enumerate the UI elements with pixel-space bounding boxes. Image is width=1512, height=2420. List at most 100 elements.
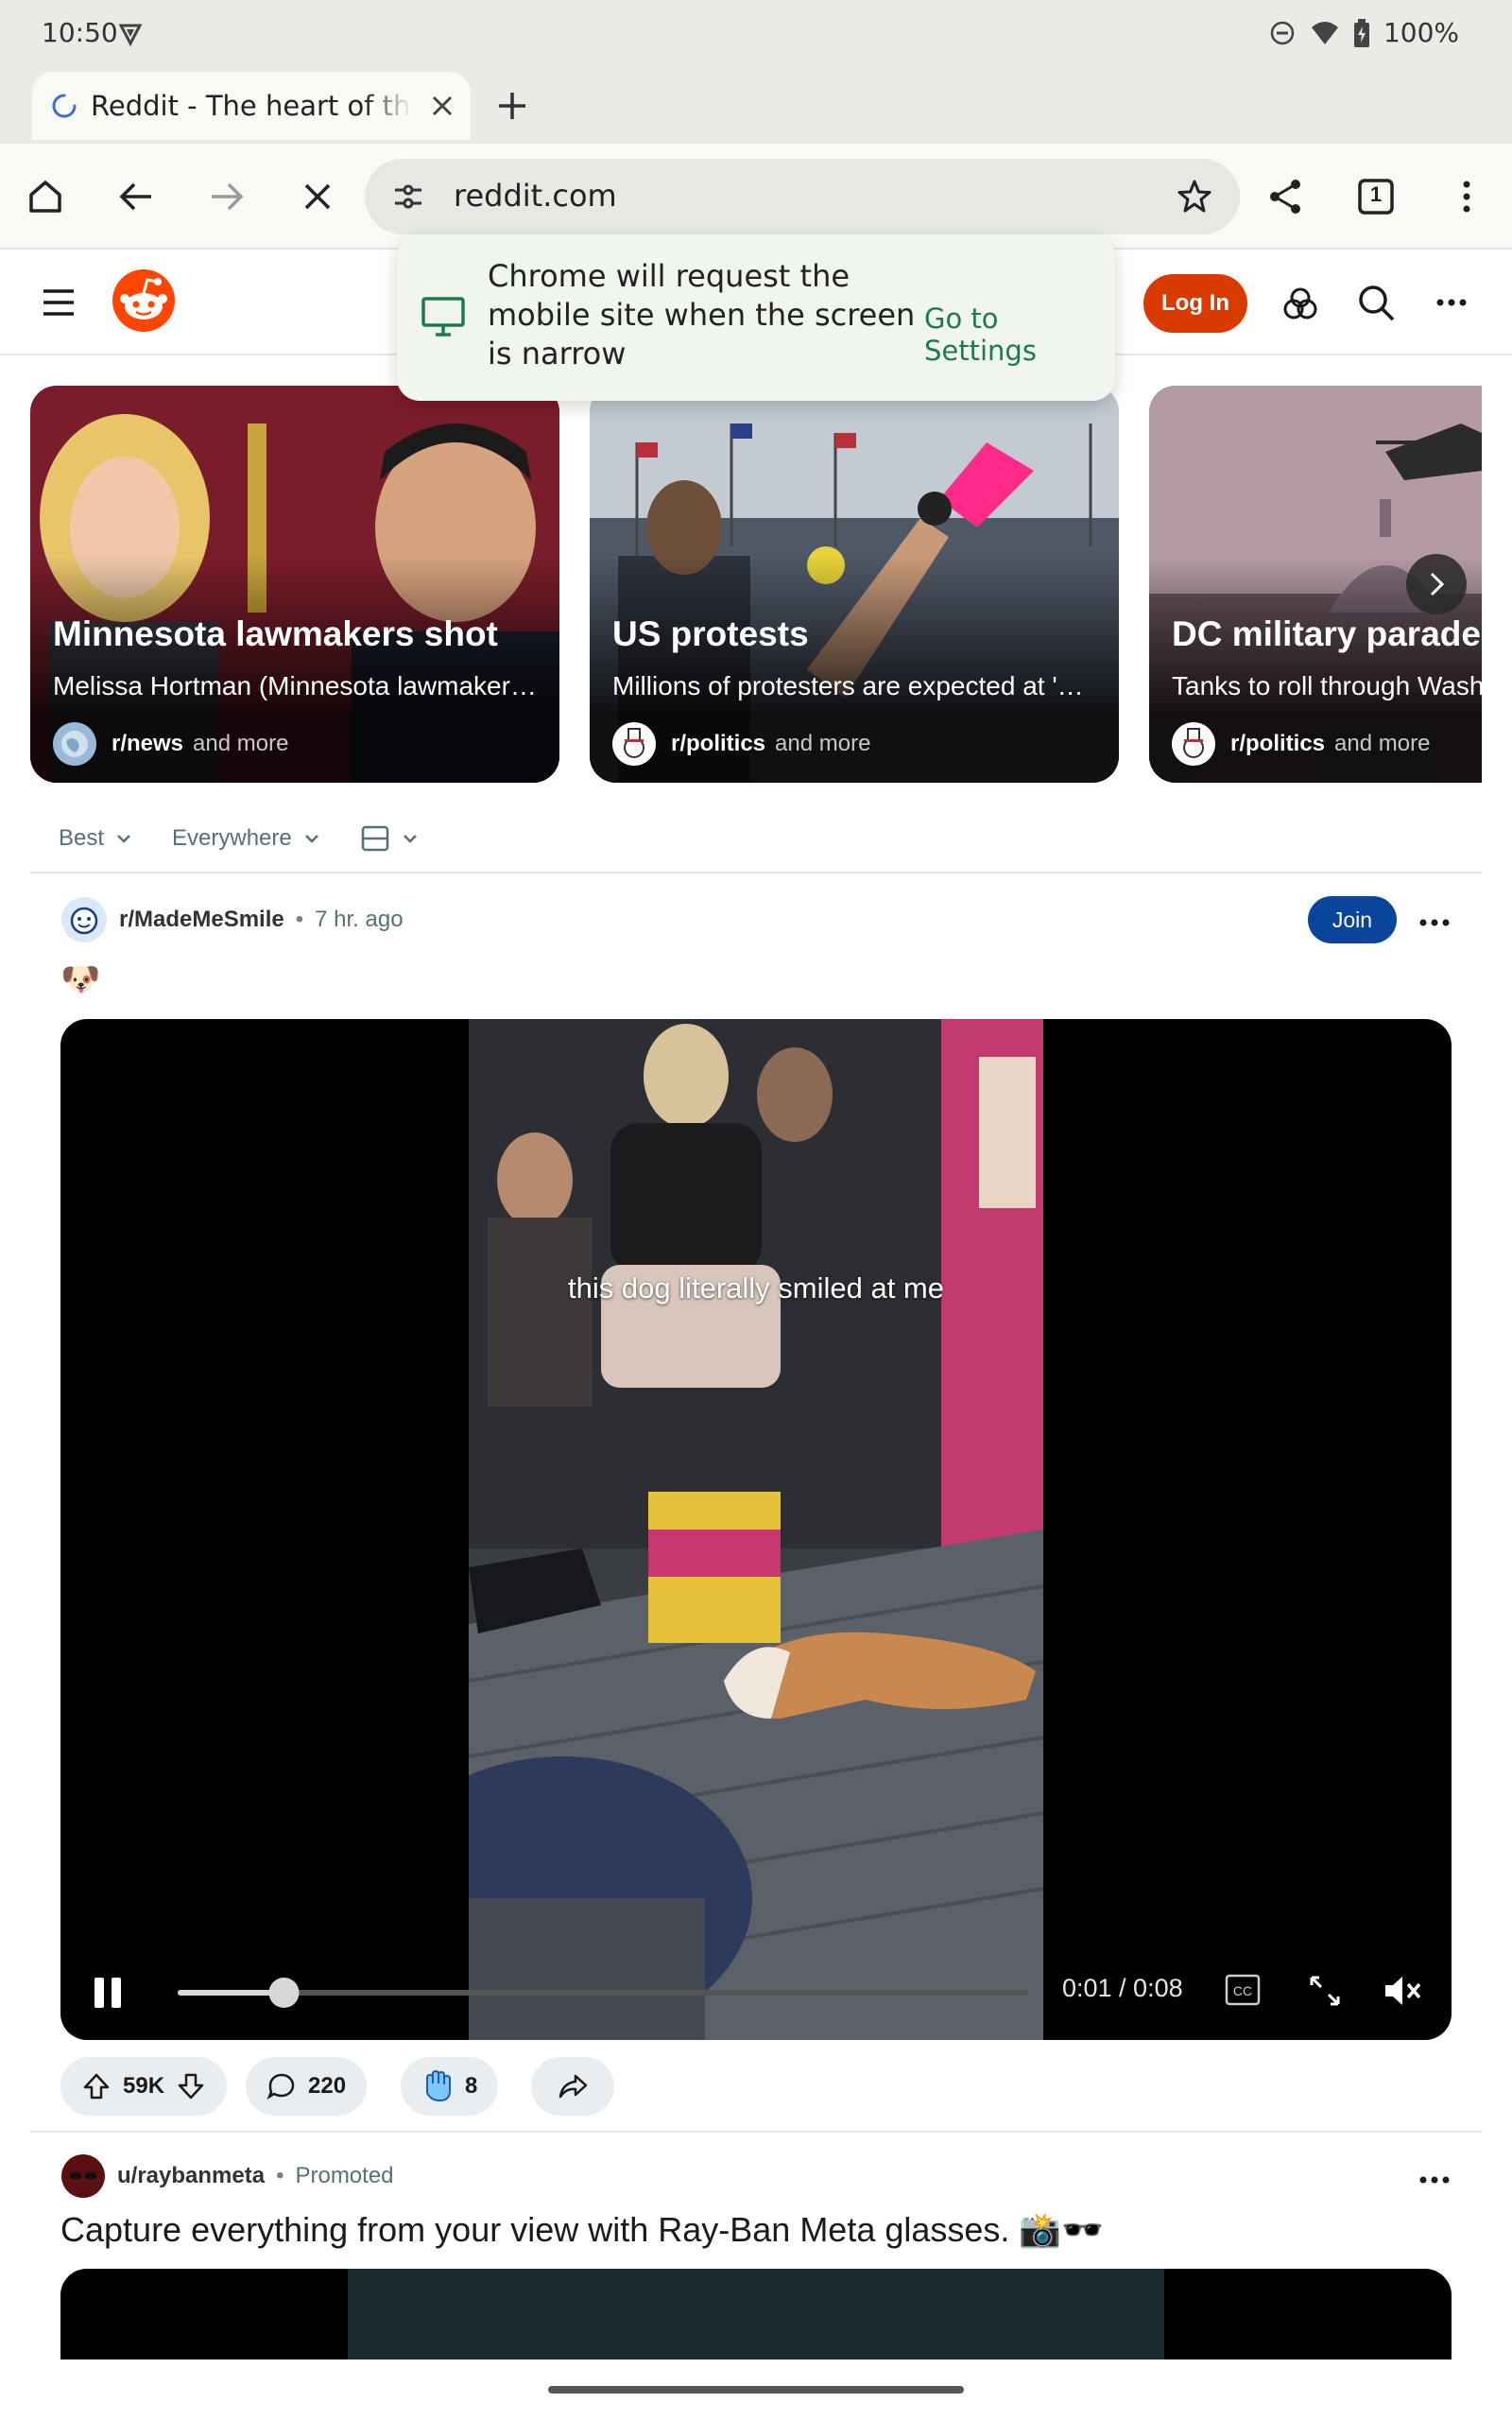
card-more: and more xyxy=(775,731,871,756)
loading-spinner-icon xyxy=(52,94,77,118)
progress-knob xyxy=(268,1978,300,2008)
home-button[interactable] xyxy=(15,166,76,227)
card-view-icon xyxy=(361,825,388,852)
video-player[interactable]: this dog literally smiled at me 0:01 / 0… xyxy=(60,1019,1452,2040)
vote-count: 59K xyxy=(123,2073,165,2099)
comment-icon xyxy=(266,2073,295,2100)
bookmark-star-icon[interactable] xyxy=(1176,178,1213,216)
video-image xyxy=(469,1019,1043,2040)
ad-header: u/raybanmeta • Promoted xyxy=(60,2153,394,2199)
post-more-icon[interactable] xyxy=(1416,904,1453,942)
new-tab-icon[interactable] xyxy=(493,87,531,125)
award-button[interactable]: 8 xyxy=(401,2057,499,2116)
comments-button[interactable]: 220 xyxy=(246,2057,368,2116)
separator-dot: • xyxy=(295,907,304,932)
hamburger-menu-icon[interactable] xyxy=(40,284,77,321)
tab-title: Reddit - The heart of the internet xyxy=(91,90,412,122)
go-to-settings-link[interactable]: Go to Settings xyxy=(924,302,1115,367)
politics-icon xyxy=(1172,722,1215,766)
vpn-icon xyxy=(118,24,143,47)
sort-dropdown[interactable]: Best xyxy=(59,825,134,852)
battery-icon xyxy=(1353,18,1369,47)
tab-switcher-button[interactable]: 1 xyxy=(1346,166,1406,227)
share-button[interactable] xyxy=(1255,166,1315,227)
home-icon xyxy=(29,181,61,213)
share-arrow-icon xyxy=(558,2074,588,2099)
advertise-icon[interactable] xyxy=(1280,284,1321,325)
feed-sort-bar: Best Everywhere xyxy=(30,805,1482,873)
log-in-button[interactable]: Log In xyxy=(1143,274,1247,333)
trending-card[interactable]: DC military parade Tanks to roll through… xyxy=(1149,386,1482,783)
ad-user[interactable]: u/raybanmeta xyxy=(117,2163,265,2189)
url-text[interactable]: reddit.com xyxy=(454,178,617,214)
mobile-site-toast: Chrome will request the mobile site when… xyxy=(397,234,1115,401)
video-frame: this dog literally smiled at me xyxy=(469,1019,1043,2040)
subreddit-avatar[interactable] xyxy=(60,896,108,943)
card-subtitle: Millions of protesters are expected at '… xyxy=(612,671,1084,700)
location-dropdown[interactable]: Everywhere xyxy=(172,825,322,852)
trending-card[interactable]: US protests Millions of protesters are e… xyxy=(590,386,1119,783)
card-meta: r/politics and more xyxy=(1172,722,1430,766)
ad-more-icon[interactable] xyxy=(1416,2161,1453,2199)
closed-captions-icon[interactable]: CC xyxy=(1225,1974,1261,2006)
trending-card[interactable]: Minnesota lawmakers shot Melissa Hortman… xyxy=(30,386,559,783)
card-title: DC military parade xyxy=(1172,614,1481,653)
downvote-icon[interactable] xyxy=(176,2071,206,2101)
award-hand-icon xyxy=(426,2070,451,2102)
forward-button[interactable] xyxy=(197,166,257,227)
upvote-icon[interactable] xyxy=(81,2071,112,2101)
post-header: r/MadeMeSmile • 7 hr. ago xyxy=(60,896,404,943)
vertical-more-icon xyxy=(1463,181,1470,213)
wifi-icon xyxy=(1311,21,1338,44)
site-settings-icon[interactable] xyxy=(391,180,425,214)
more-options-icon[interactable] xyxy=(1433,284,1470,321)
gesture-home-bar[interactable] xyxy=(548,2386,964,2394)
card-subtitle: Melissa Hortman (Minnesota lawmaker… xyxy=(53,671,537,700)
status-bar: 10:50 100% xyxy=(0,0,1512,68)
browser-tab[interactable]: Reddit - The heart of the internet xyxy=(32,72,471,140)
post-subreddit[interactable]: r/MadeMeSmile xyxy=(119,907,284,933)
ad-title[interactable]: Capture everything from your view with R… xyxy=(60,2210,1104,2250)
video-progress-bar[interactable] xyxy=(178,1976,1028,2010)
card-subreddit: r/news xyxy=(112,731,184,756)
reddit-logo-icon[interactable] xyxy=(112,268,176,333)
address-bar[interactable]: reddit.com xyxy=(365,159,1240,234)
browser-menu-button[interactable] xyxy=(1436,166,1497,227)
card-subreddit: r/politics xyxy=(671,731,766,756)
carousel-next-button[interactable] xyxy=(1406,554,1467,614)
card-more: and more xyxy=(1334,731,1431,756)
view-dropdown[interactable] xyxy=(360,823,421,854)
card-subtitle: Tanks to roll through Washington xyxy=(1172,671,1482,700)
post-title-emoji[interactable]: 🐶 xyxy=(60,960,100,998)
fullscreen-icon[interactable] xyxy=(1306,1972,1344,2010)
card-title: Minnesota lawmakers shot xyxy=(53,614,498,653)
muted-volume-icon[interactable] xyxy=(1382,1972,1423,2010)
stop-loading-button[interactable] xyxy=(287,166,348,227)
share-icon xyxy=(1270,180,1300,214)
close-tab-icon[interactable] xyxy=(429,93,455,119)
pause-icon[interactable] xyxy=(89,1974,127,2012)
share-post-button[interactable] xyxy=(531,2057,614,2116)
status-right: 100% xyxy=(1268,17,1459,48)
comment-count: 220 xyxy=(308,2073,347,2099)
back-arrow-icon xyxy=(119,182,151,211)
ad-media[interactable] xyxy=(60,2269,1452,2360)
sort-label: Best xyxy=(59,825,105,851)
close-icon xyxy=(304,183,331,210)
card-title: US protests xyxy=(612,614,809,653)
award-count: 8 xyxy=(465,2073,478,2099)
promoted-label: Promoted xyxy=(295,2163,394,2188)
video-timecode: 0:01 / 0:08 xyxy=(1062,1974,1183,2002)
card-meta: r/news and more xyxy=(53,722,288,766)
status-time: 10:50 xyxy=(42,17,118,48)
chevron-down-icon xyxy=(117,835,130,843)
post-age: 7 hr. ago xyxy=(315,907,404,932)
dnd-icon xyxy=(1270,21,1295,44)
back-button[interactable] xyxy=(106,166,166,227)
chevron-down-icon xyxy=(403,835,417,843)
separator-dot: • xyxy=(276,2163,284,2188)
join-button[interactable]: Join xyxy=(1308,896,1397,943)
search-icon[interactable] xyxy=(1355,282,1397,323)
card-subreddit: r/politics xyxy=(1230,731,1326,756)
advertiser-avatar[interactable] xyxy=(60,2153,106,2199)
